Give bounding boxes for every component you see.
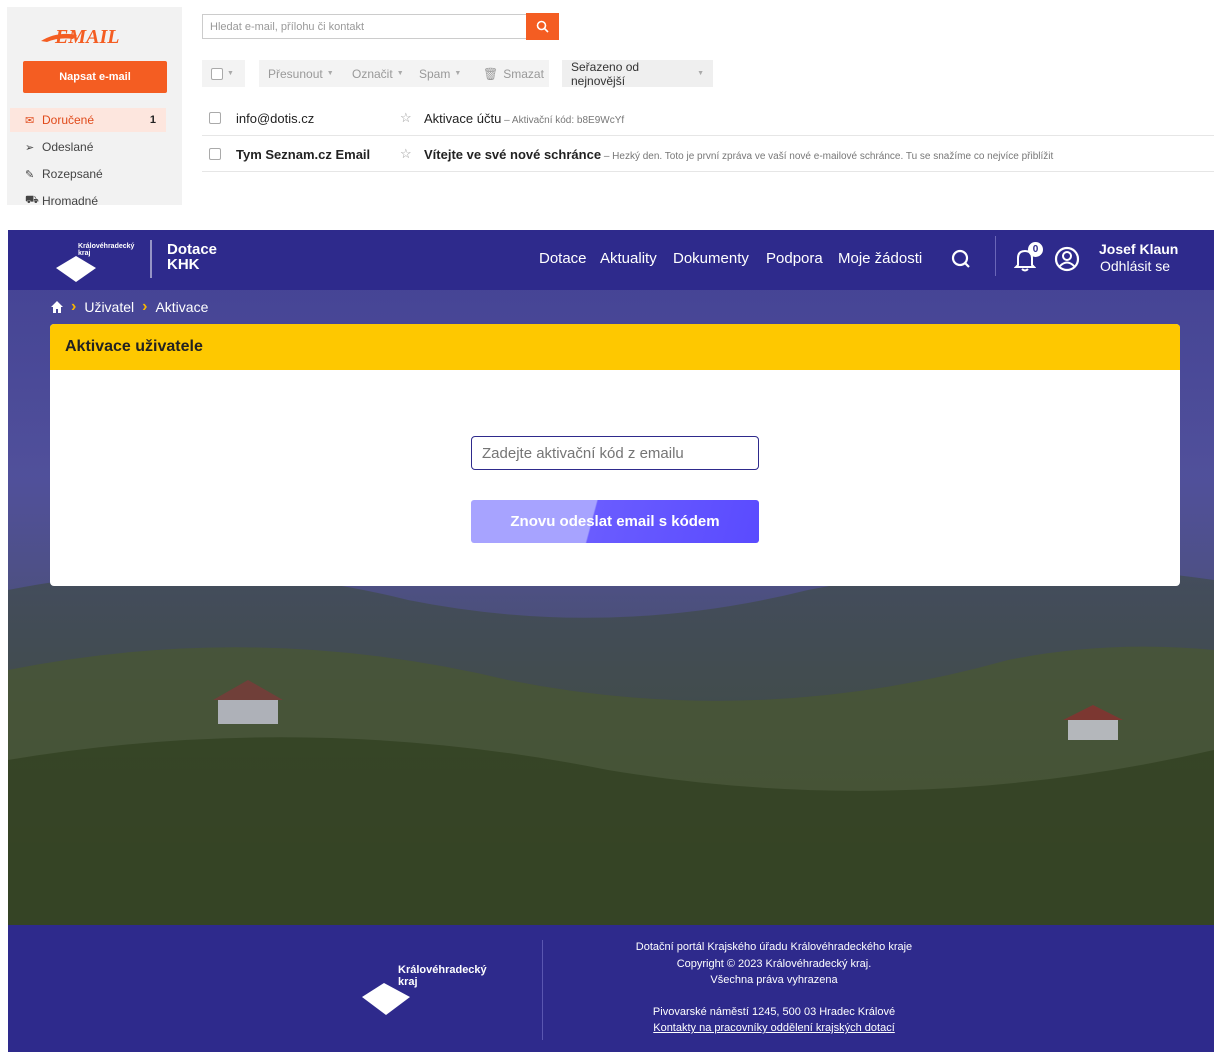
- svg-text:Královéhradecký: Královéhradecký: [398, 964, 488, 976]
- nav-dokumenty[interactable]: Dokumenty: [673, 250, 749, 267]
- compose-button[interactable]: Napsat e-mail: [23, 61, 167, 93]
- brand-line-2: KHK: [167, 256, 200, 273]
- message-subject: Aktivace účtu: [424, 110, 502, 126]
- unread-count: 1: [149, 114, 156, 126]
- sort-label: Seřazeno od nejnovější: [571, 59, 640, 88]
- resend-email-button[interactable]: Znovu odeslat email s kódem: [471, 500, 759, 543]
- message-subject: Vítejte ve své nové schránce: [424, 146, 602, 162]
- portal-footer: Královéhradecký kraj Dotační portál Kraj…: [8, 925, 1214, 1052]
- message-preview: – Aktivační kód: b8E9WcYf: [501, 114, 625, 126]
- nav-aktuality[interactable]: Aktuality: [600, 250, 657, 267]
- spam-button[interactable]: Spam ▼: [410, 60, 474, 87]
- svg-text:kraj: kraj: [78, 250, 91, 257]
- email-logo[interactable]: EMAIL: [37, 21, 147, 49]
- portal-header: Královéhradecký kraj Dotace KHK Dotace A…: [8, 230, 1214, 290]
- user-icon: [1054, 246, 1080, 272]
- brand-line-1: Dotace: [167, 241, 218, 258]
- message-preview: – Hezký den. Toto je první zpráva ve vaš…: [601, 150, 1054, 162]
- folder-inbox[interactable]: ✉ Doručené 1: [10, 108, 166, 132]
- user-name[interactable]: Josef Klaun: [1099, 241, 1178, 257]
- chevron-right-icon: ›: [71, 298, 77, 315]
- folder-label: Odeslané: [42, 140, 94, 154]
- footer-region-logo[interactable]: Královéhradecký kraj: [360, 955, 510, 1019]
- home-icon[interactable]: [51, 301, 63, 313]
- search-button[interactable]: [526, 13, 559, 40]
- notification-count: 0: [1028, 242, 1043, 257]
- chevron-down-icon: ▼: [227, 70, 234, 77]
- envelope-icon: ✉: [25, 114, 35, 127]
- message-row[interactable]: Tym Seznam.cz Email ☆ Vítejte ve své nov…: [202, 137, 1214, 172]
- folder-label: Hromadné: [42, 194, 99, 205]
- landscape-background: [8, 567, 1214, 930]
- trash-icon: 🗑: [483, 66, 499, 81]
- breadcrumb: › Uživatel › Aktivace: [51, 298, 208, 316]
- breadcrumb-activation: Aktivace: [155, 299, 209, 315]
- profile-button[interactable]: [1054, 246, 1080, 277]
- footer-copyright: Copyright © 2023 Královéhradecký kraj.: [676, 958, 872, 970]
- portal-brand[interactable]: Dotace KHK: [167, 242, 217, 272]
- card-title: Aktivace uživatele: [50, 324, 1180, 370]
- chevron-down-icon: ▼: [454, 70, 462, 77]
- email-logo-text: EMAIL: [54, 26, 119, 48]
- delete-button[interactable]: 🗑 Smazat: [474, 60, 549, 87]
- search-button[interactable]: [950, 248, 972, 275]
- star-icon[interactable]: ☆: [400, 146, 412, 162]
- star-icon[interactable]: ☆: [400, 110, 412, 126]
- breadcrumb-user[interactable]: Uživatel: [84, 299, 134, 315]
- mark-button[interactable]: Označit ▼: [343, 60, 410, 87]
- footer-portal-name: Dotační portál Krajského úřadu Královéhr…: [635, 941, 913, 953]
- message-row[interactable]: info@dotis.cz ☆ Aktivace účtu – Aktivačn…: [202, 101, 1214, 136]
- header-divider: [995, 236, 996, 276]
- select-all-dropdown[interactable]: ▼: [202, 60, 245, 87]
- search-icon: [536, 20, 549, 33]
- sort-dropdown[interactable]: Seřazeno od nejnovější ▼: [562, 59, 713, 88]
- select-all-checkbox[interactable]: [211, 67, 223, 80]
- message-sender: info@dotis.cz: [236, 110, 315, 126]
- nav-dotace[interactable]: Dotace: [539, 250, 587, 267]
- portal-page: Královéhradecký kraj Dotace KHK Dotace A…: [8, 230, 1214, 1052]
- folder-label: Doručené: [42, 113, 95, 127]
- folder-drafts[interactable]: ✎ Rozepsané: [10, 162, 166, 186]
- activation-code-input[interactable]: [471, 436, 759, 470]
- send-icon: ➢: [25, 141, 35, 154]
- message-checkbox[interactable]: [209, 148, 221, 160]
- svg-text:kraj: kraj: [398, 976, 418, 988]
- svg-text:Královéhradecký: Královéhradecký: [78, 243, 135, 250]
- delete-label: Smazat: [503, 66, 544, 81]
- chevron-down-icon: ▼: [396, 70, 404, 77]
- draft-icon: ✎: [25, 168, 35, 181]
- message-sender: Tym Seznam.cz Email: [236, 146, 371, 162]
- chevron-down-icon: ▼: [697, 70, 704, 77]
- nav-podpora[interactable]: Podpora: [766, 250, 823, 267]
- message-checkbox[interactable]: [209, 112, 221, 124]
- mark-label: Označit: [352, 66, 393, 81]
- footer-address: Pivovarské náměstí 1245, 500 03 Hradec K…: [652, 1006, 896, 1018]
- move-label: Přesunout: [268, 66, 323, 81]
- move-button[interactable]: Přesunout ▼: [259, 60, 343, 87]
- search-icon: [951, 249, 970, 268]
- activation-card: Aktivace uživatele Znovu odeslat email s…: [50, 324, 1180, 586]
- chevron-right-icon: ›: [142, 298, 148, 315]
- chevron-down-icon: ▼: [326, 70, 334, 77]
- folder-label: Rozepsané: [42, 167, 103, 181]
- footer-contacts-link[interactable]: Kontakty na pracovníky oddělení krajskýc…: [542, 1020, 1006, 1036]
- cart-icon: ⛟: [25, 194, 39, 205]
- folder-sent[interactable]: ➢ Odeslané: [10, 135, 166, 159]
- email-sidebar: EMAIL Napsat e-mail ✉ Doručené 1 ➢ Odesl…: [7, 7, 182, 205]
- footer-rights: Všechna práva vyhrazena: [710, 974, 838, 986]
- search-input[interactable]: Hledat e-mail, přílohu či kontakt: [202, 14, 526, 39]
- spam-label: Spam: [419, 66, 451, 81]
- nav-my-applications[interactable]: Moje žádosti: [838, 250, 922, 267]
- region-logo[interactable]: Královéhradecký kraj: [54, 238, 154, 282]
- folder-bulk[interactable]: ⛟ Hromadné: [10, 189, 166, 205]
- logout-link[interactable]: Odhlásit se: [1100, 258, 1170, 274]
